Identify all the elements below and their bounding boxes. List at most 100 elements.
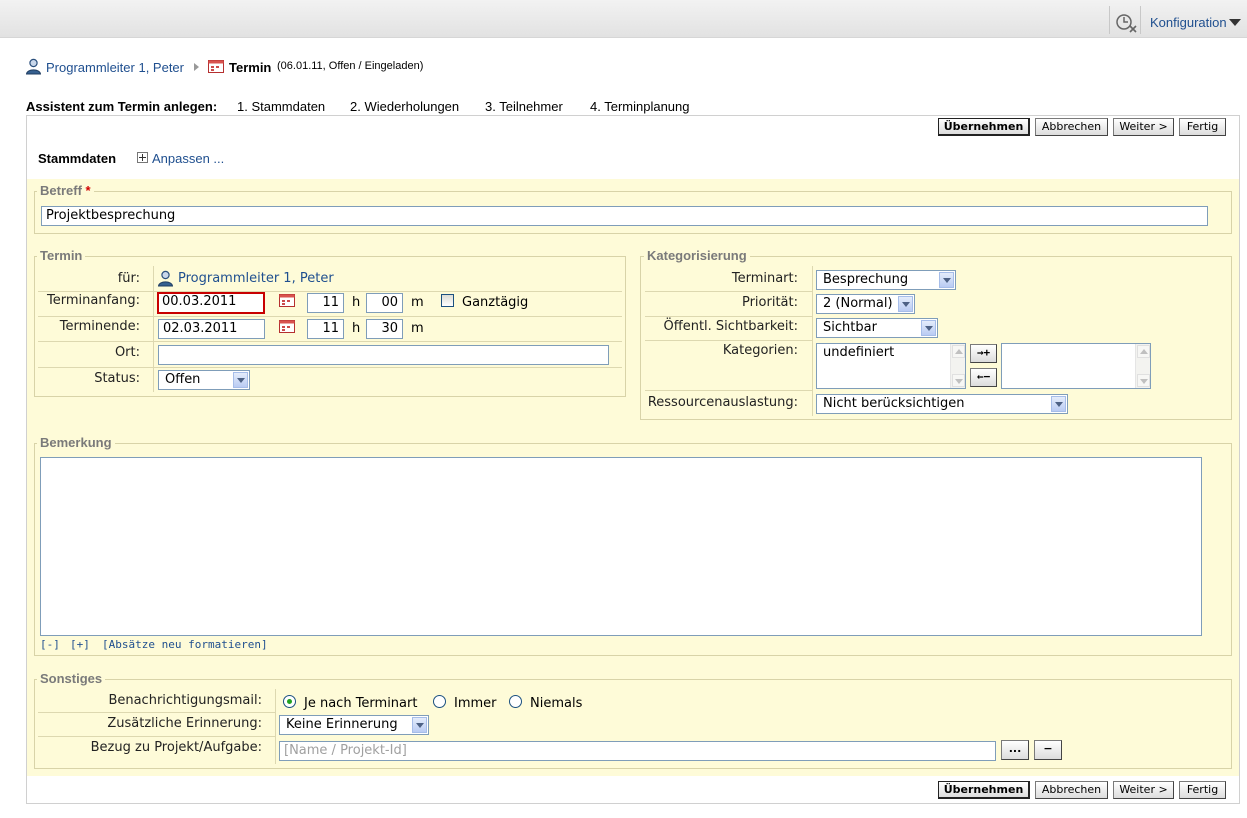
start-minute-input[interactable]: 00 (366, 293, 403, 313)
project-label: Bezug zu Projekt/Aufgabe: (90, 740, 262, 755)
section-title: Stammdaten (38, 151, 117, 166)
list-item[interactable]: undefiniert (823, 345, 894, 360)
mail-option-radio[interactable] (283, 695, 296, 708)
clock-cancel-icon[interactable] (1114, 12, 1138, 34)
scroll-down-icon[interactable] (1137, 374, 1150, 387)
breadcrumb-arrow-icon (194, 63, 199, 71)
chevron-down-icon (921, 320, 936, 336)
toolbar-separator (1140, 6, 1141, 34)
breadcrumb-termin: Termin (229, 60, 272, 75)
project-input[interactable]: [Name / Projekt-Id] (279, 741, 996, 761)
location-input[interactable] (158, 345, 609, 365)
hour-unit: h (352, 321, 361, 336)
priority-label: Priorität: (741, 295, 798, 310)
scroll-up-icon[interactable] (952, 345, 965, 358)
mail-option-label: Niemals (530, 696, 583, 711)
apply-button-bottom[interactable]: Übernehmen (938, 781, 1030, 799)
divider (38, 341, 622, 342)
collapse-link[interactable]: [-] (40, 638, 60, 651)
divider (645, 340, 813, 341)
divider (153, 266, 154, 392)
wizard-step-terminplanung[interactable]: 4. Terminplanung (590, 99, 690, 114)
chevron-down-icon (233, 372, 248, 388)
remove-category-button[interactable]: ←− (970, 368, 997, 387)
chevron-down-icon (1051, 396, 1066, 412)
chevron-down-icon (898, 296, 913, 312)
scrollbar[interactable] (1135, 344, 1150, 388)
toolbar-separator (1109, 6, 1110, 34)
cancel-button-bottom[interactable]: Abbrechen (1035, 781, 1108, 799)
add-category-button[interactable]: →+ (970, 344, 997, 363)
fuer-user-link[interactable]: Programmleiter 1, Peter (178, 271, 334, 286)
end-minute-input[interactable]: 30 (366, 319, 403, 339)
finish-button-bottom[interactable]: Fertig (1179, 781, 1226, 799)
wizard-step-teilnehmer[interactable]: 3. Teilnehmer (485, 99, 563, 114)
divider (645, 291, 813, 292)
calendar-picker-icon[interactable] (279, 294, 295, 307)
reminder-select[interactable]: Keine Erinnerung (279, 715, 429, 735)
end-date-input[interactable]: 02.03.2011 (158, 319, 265, 339)
remark-textarea[interactable] (40, 457, 1202, 636)
start-hour-input[interactable]: 11 (307, 293, 344, 313)
calendar-icon (208, 60, 224, 73)
scrollbar[interactable] (950, 344, 965, 388)
expand-plus-icon[interactable] (137, 152, 148, 163)
mail-option-radio[interactable] (509, 695, 522, 708)
expand-link[interactable]: [+] (70, 638, 90, 651)
chevron-down-icon (412, 717, 427, 733)
clear-button[interactable]: − (1034, 740, 1062, 760)
type-label: Terminart: (731, 271, 798, 286)
scroll-down-icon[interactable] (952, 374, 965, 387)
bemerkung-legend: Bemerkung (37, 435, 115, 450)
reminder-label: Zusätzliche Erinnerung: (107, 716, 262, 731)
user-icon (157, 270, 174, 287)
wizard-title: Assistent zum Termin anlegen: (26, 99, 218, 114)
divider (645, 316, 813, 317)
configuration-menu[interactable]: Konfiguration (1150, 15, 1227, 30)
wizard-step-stammdaten[interactable]: 1. Stammdaten (237, 99, 325, 114)
divider (38, 736, 276, 737)
finish-button-top[interactable]: Fertig (1179, 118, 1226, 136)
divider (275, 689, 276, 764)
type-select[interactable]: Besprechung (816, 270, 956, 290)
cancel-button-top[interactable]: Abbrechen (1035, 118, 1108, 136)
scroll-up-icon[interactable] (1137, 345, 1150, 358)
ort-label: Ort: (114, 345, 140, 360)
status-label: Status: (94, 371, 140, 386)
breadcrumb-user-link[interactable]: Programmleiter 1, Peter (46, 60, 184, 75)
minute-unit: m (411, 321, 424, 336)
divider (645, 390, 813, 391)
visibility-select[interactable]: Sichtbar (816, 318, 938, 338)
categories-selected-list[interactable] (1001, 343, 1151, 389)
divider (812, 266, 813, 416)
start-date-input[interactable]: 00.03.2011 (157, 292, 265, 314)
chevron-down-icon[interactable] (1229, 19, 1241, 26)
subject-input[interactable]: Projektbesprechung (41, 206, 1208, 226)
end-hour-input[interactable]: 11 (307, 319, 344, 339)
type-value: Besprechung (823, 272, 909, 287)
apply-button-top[interactable]: Übernehmen (938, 118, 1030, 136)
customize-link[interactable]: Anpassen ... (152, 151, 224, 166)
reformat-link[interactable]: [Absätze neu formatieren] (102, 638, 268, 651)
visibility-value: Sichtbar (823, 320, 877, 335)
allday-checkbox[interactable] (441, 294, 454, 307)
priority-select[interactable]: 2 (Normal) (816, 294, 915, 314)
divider (38, 291, 622, 292)
resource-select[interactable]: Nicht berücksichtigen (816, 394, 1068, 414)
mail-option-label: Je nach Terminart (304, 696, 418, 711)
categories-available-list[interactable]: undefiniert (816, 343, 966, 389)
status-value: Offen (165, 372, 201, 387)
top-toolbar: Konfiguration (0, 0, 1247, 38)
next-button-bottom[interactable]: Weiter > (1113, 781, 1174, 799)
mail-option-radio[interactable] (433, 695, 446, 708)
divider (38, 367, 622, 368)
wizard-step-wiederholungen[interactable]: 2. Wiederholungen (350, 99, 459, 114)
calendar-picker-icon[interactable] (279, 320, 295, 333)
browse-button[interactable]: ... (1001, 740, 1029, 760)
next-button-top[interactable]: Weiter > (1113, 118, 1174, 136)
hour-unit: h (352, 295, 361, 310)
termin-legend: Termin (37, 248, 86, 263)
required-marker: * (85, 183, 91, 198)
status-select[interactable]: Offen (158, 370, 250, 390)
betreff-legend: Betreff * (37, 183, 94, 198)
